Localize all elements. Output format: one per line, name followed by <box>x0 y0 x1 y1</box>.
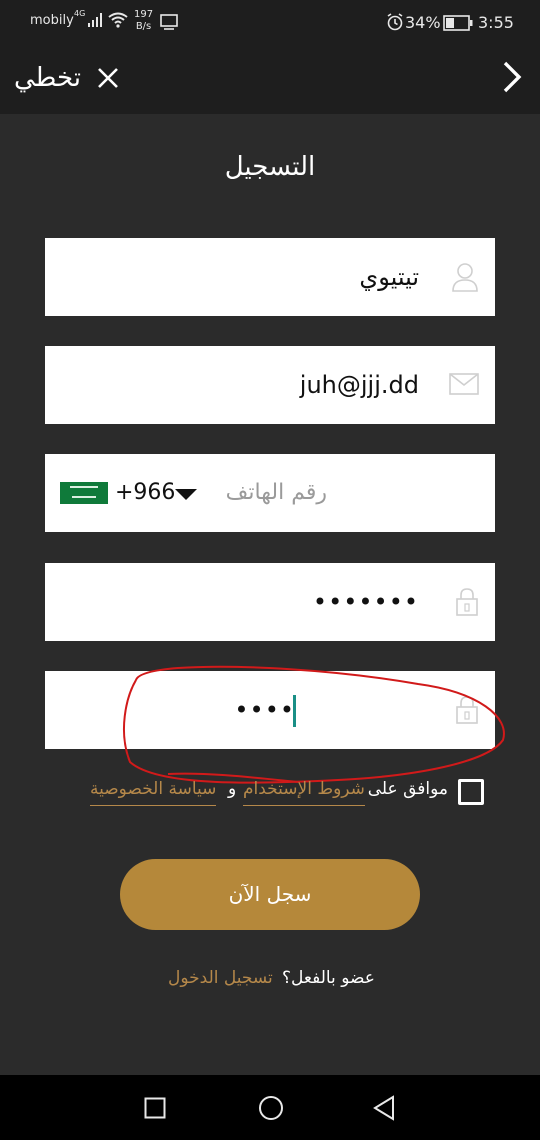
agree-label: موافق على <box>367 779 448 799</box>
status-bar: mobily 4G 197 B/s 34% 3:55 <box>0 0 540 46</box>
battery-level: 34% <box>405 13 441 32</box>
wifi-icon <box>108 12 128 28</box>
skip-label: تخطي <box>14 63 82 93</box>
network-speed: 197 B/s <box>134 9 153 33</box>
caret-down-icon[interactable] <box>175 489 197 501</box>
saudi-flag-icon[interactable] <box>60 482 108 504</box>
skip-button[interactable]: تخطي <box>14 58 119 98</box>
page-title: التسجيل <box>224 152 316 182</box>
alarm-icon <box>387 13 403 31</box>
password-field[interactable]: ••••••• <box>45 563 495 641</box>
top-app-bar: تخطي <box>0 46 540 114</box>
close-icon <box>98 68 118 88</box>
terms-link[interactable]: شروط الإستخدام <box>243 779 365 806</box>
name-value: تيتيوي <box>359 263 419 291</box>
back-icon[interactable] <box>372 1095 396 1121</box>
dial-code[interactable]: +966 <box>115 454 175 532</box>
phone-input[interactable]: رقم الهاتف <box>226 454 327 532</box>
system-nav-bar <box>0 1075 540 1140</box>
password-value: ••••••• <box>312 588 419 616</box>
screen-cast-icon <box>160 14 178 30</box>
home-icon[interactable] <box>258 1095 284 1121</box>
speed-unit: B/s <box>135 21 152 32</box>
register-button[interactable]: سجل الآن <box>120 859 420 930</box>
clock: 3:55 <box>478 13 514 32</box>
agree-checkbox[interactable] <box>458 779 484 805</box>
phone-field[interactable]: +966 رقم الهاتف <box>45 454 495 532</box>
flag-script <box>70 486 98 490</box>
email-field[interactable]: juh@jjj.dd <box>45 346 495 424</box>
lock-icon <box>456 588 478 616</box>
battery-icon <box>443 15 473 31</box>
carrier-label: mobily <box>30 13 74 28</box>
login-link[interactable]: تسجيل الدخول <box>168 968 273 988</box>
email-value: juh@jjj.dd <box>299 371 419 399</box>
flag-sword <box>72 496 96 498</box>
and-label: و <box>228 779 237 799</box>
signal-icon <box>88 13 102 27</box>
login-row: عضو بالفعل؟ تسجيل الدخول <box>0 966 540 996</box>
name-field[interactable]: تيتيوي <box>45 238 495 316</box>
recent-apps-icon[interactable] <box>144 1097 166 1119</box>
privacy-link[interactable]: سياسة الخصوصية <box>90 779 217 806</box>
network-type: 4G <box>74 9 86 18</box>
mail-icon <box>449 373 479 395</box>
user-icon <box>452 263 478 292</box>
agreement-row: موافق على شروط الإستخدام و سياسة الخصوصي… <box>0 775 540 815</box>
speed-value: 197 <box>134 9 154 20</box>
member-label: عضو بالفعل؟ <box>282 968 375 988</box>
chevron-right-icon[interactable] <box>500 60 524 94</box>
